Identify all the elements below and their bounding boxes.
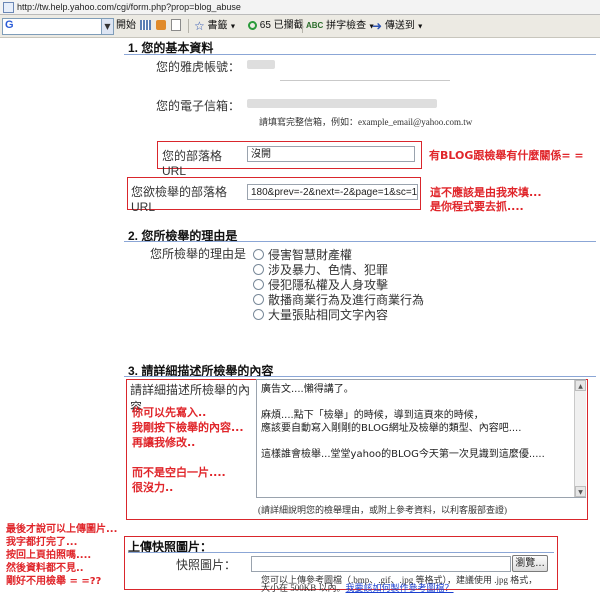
yahoo-id-label: 您的雅虎帳號： (155, 60, 240, 74)
search-box[interactable]: G ▼ (2, 18, 114, 35)
spellcheck-button[interactable]: ABC 拼字檢查 ▼ (306, 19, 375, 33)
email-value-blurred[interactable] (247, 99, 447, 108)
browse-button[interactable]: 瀏覽... (512, 555, 548, 572)
reason-label: 您所檢舉的理由是 (150, 247, 247, 261)
email-hint: 請填寫完整信箱，例如：example_email@yahoo.com.tw (259, 117, 473, 127)
reason-option-ip[interactable]: 侵害智慧財產權 (253, 248, 424, 263)
image-label: 快照圖片： (176, 558, 237, 572)
send-arrow-icon: ➜ (372, 19, 383, 33)
section-divider (124, 241, 596, 242)
radio-icon (253, 294, 264, 305)
block-icon (248, 20, 257, 30)
star-icon: ☆ (194, 19, 205, 33)
page-icon (3, 2, 14, 14)
description-textarea[interactable]: 廣告文....懶得講了。 麻煩....點下「檢舉」的時候，導到這頁來的時候， 應… (256, 379, 586, 498)
email-label: 您的電子信箱： (155, 99, 240, 113)
open-button[interactable]: 開始 (116, 19, 136, 33)
radio-icon (253, 279, 264, 290)
reason-option-privacy[interactable]: 侵犯隱私權及人身攻擊 (253, 278, 424, 293)
annotation-note-1: 有BLOG跟檢舉有什麼關係= = (429, 149, 584, 162)
grid-icon[interactable] (140, 20, 151, 31)
annotation-note-4: 最後才說可以上傳圖片... 我字都打完了... 按回上頁拍照嗎.... 然後資料… (6, 524, 118, 587)
blog-url-input[interactable]: 沒開 (247, 146, 415, 162)
search-engine-icon: G (5, 19, 14, 31)
image-help-link[interactable]: 我要該如何製作參考圖檔？ (346, 583, 454, 593)
sendto-button[interactable]: ➜ 傳送到 ▼ (372, 19, 424, 33)
report-url-label: 您欲檢舉的部落格URL (131, 185, 228, 214)
bookmarks-button[interactable]: ☆ 書籤 ▼ (194, 19, 236, 33)
radio-icon (253, 249, 264, 260)
browser-toolbar: G ▼ 開始 ☆ 書籤 ▼ 65 已攔截 ABC 拼字檢查 ▼ ➜ 傳送到 ▼ (0, 15, 600, 38)
reason-option-spam[interactable]: 大量張貼相同文字內容 (253, 308, 424, 323)
image-file-input[interactable] (251, 556, 511, 572)
textarea-scrollbar[interactable]: ▲ ▼ (574, 380, 586, 497)
address-url[interactable]: http://tw.help.yahoo.com/cgi/form.php?pr… (17, 2, 241, 12)
annotation-note-3: 你可以先寫入.. 我剛按下檢舉的內容... 再讓我修改.. 而不是空白一片...… (132, 406, 244, 494)
chevron-down-icon[interactable]: ▼ (101, 19, 113, 34)
report-url-input[interactable]: 180&prev=-2&next=-2&page=1&sc=1#yartcmt (247, 184, 418, 200)
reason-option-violence[interactable]: 涉及暴力、色情、犯罪 (253, 263, 424, 278)
radio-icon (253, 264, 264, 275)
page-icon[interactable] (170, 19, 181, 32)
scroll-down-icon[interactable]: ▼ (575, 486, 586, 497)
section-divider (128, 552, 554, 553)
address-bar[interactable]: http://tw.help.yahoo.com/cgi/form.php?pr… (0, 0, 600, 15)
yahoo-id-underline (280, 80, 450, 81)
tool-icons[interactable] (140, 19, 181, 33)
section-divider (124, 54, 596, 55)
section-divider (124, 376, 596, 377)
yahoo-id-value-blurred (247, 60, 277, 69)
edit-icon[interactable] (155, 20, 166, 31)
reason-option-commercial[interactable]: 散播商業行為及進行商業行為 (253, 293, 424, 308)
annotation-note-2: 這不應該是由我來填... 是你程式要去抓.... (430, 186, 542, 213)
spellcheck-icon: ABC (306, 21, 324, 30)
reason-options: 侵害智慧財產權 涉及暴力、色情、犯罪 侵犯隱私權及人身攻擊 散播商業行為及進行商… (253, 248, 424, 323)
popup-blocked-button[interactable]: 65 已攔截 (248, 19, 304, 33)
upload-hint-line2: 大小在 500KB 以內。我要該如何製作參考圖檔？ (261, 583, 454, 593)
scroll-up-icon[interactable]: ▲ (575, 380, 586, 391)
radio-icon (253, 309, 264, 320)
blog-url-label: 您的部落格URL (162, 149, 223, 178)
description-hint: (請詳細說明您的檢舉理由，或附上參考資料，以利客服部查證) (258, 505, 507, 515)
